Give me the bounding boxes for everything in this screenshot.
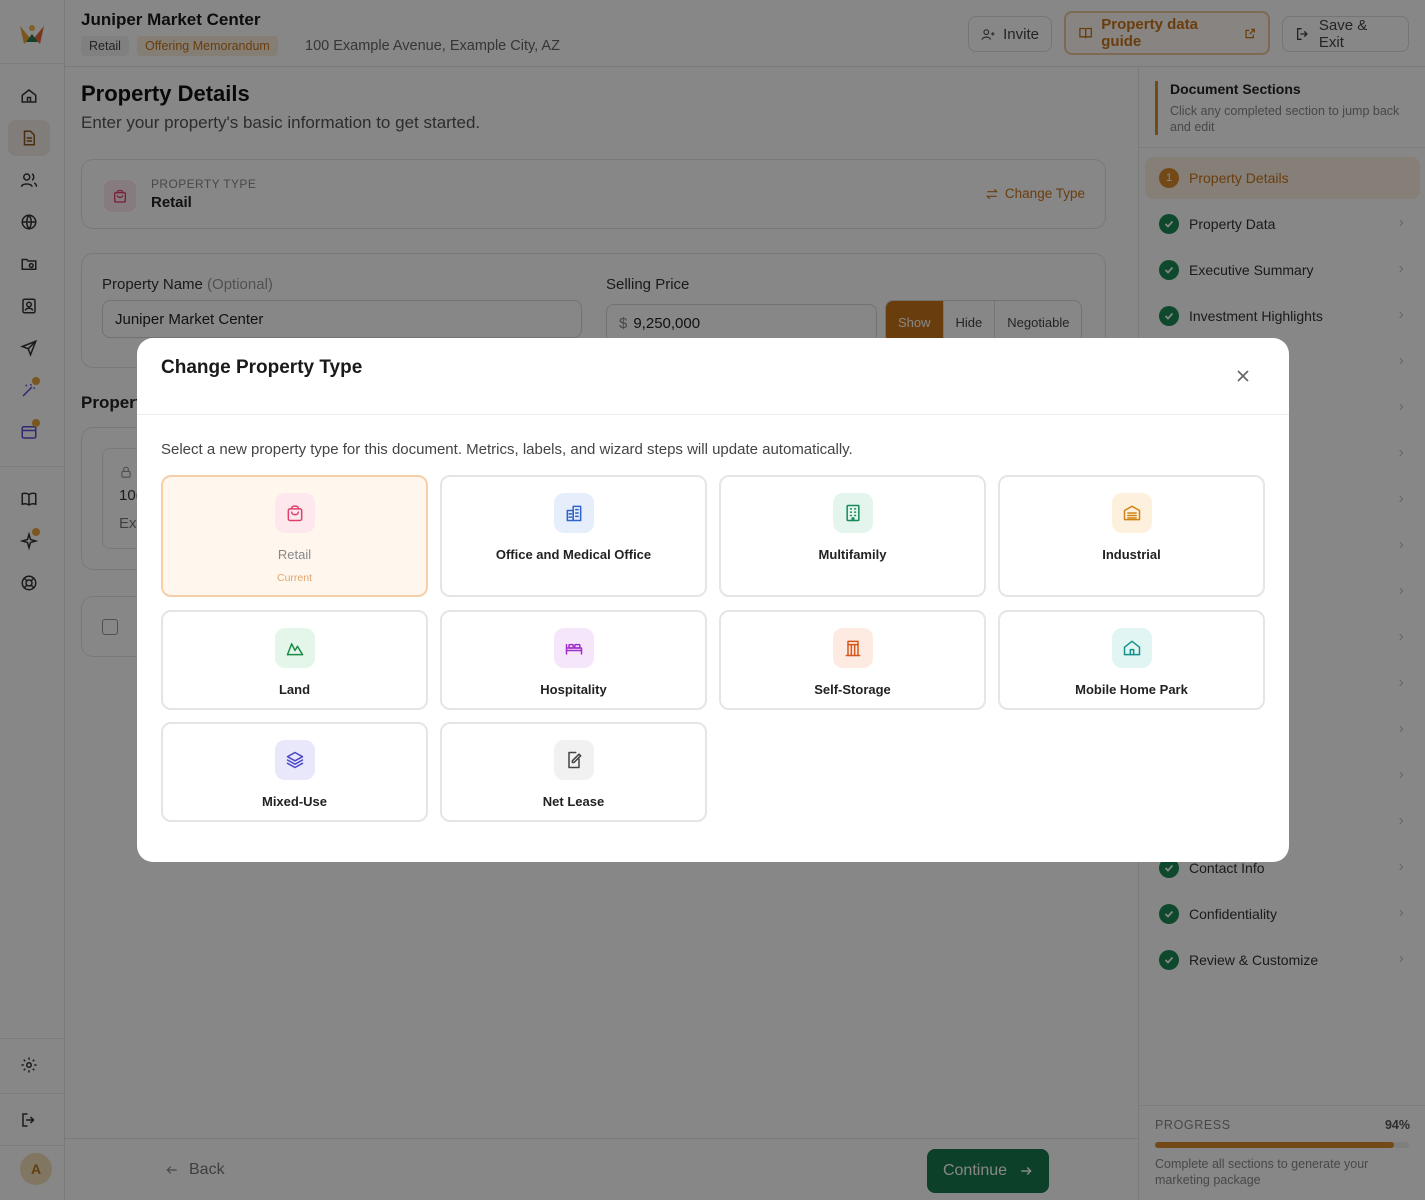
mountain-icon <box>274 628 315 668</box>
property-type-option[interactable]: Multifamily <box>719 475 986 597</box>
property-type-option[interactable]: Office and Medical Office <box>440 475 707 597</box>
property-type-option[interactable]: Hospitality <box>440 610 707 710</box>
property-type-label: Retail <box>277 547 312 562</box>
property-type-option[interactable]: Net Lease <box>440 722 707 822</box>
home-icon <box>1111 628 1152 668</box>
storage-door-icon <box>832 628 873 668</box>
change-property-type-dialog: Change Property Type Select a new proper… <box>137 338 1289 862</box>
property-type-option[interactable]: Mobile Home Park <box>998 610 1265 710</box>
property-type-option[interactable]: Retail Current <box>161 475 428 597</box>
property-type-label: Net Lease <box>542 794 605 809</box>
property-type-label: Multifamily <box>818 547 887 562</box>
close-icon[interactable] <box>1233 366 1253 386</box>
bed-icon <box>553 628 594 668</box>
property-type-label: Industrial <box>1102 547 1161 562</box>
property-type-option[interactable]: Self-Storage <box>719 610 986 710</box>
property-type-option[interactable]: Land <box>161 610 428 710</box>
property-type-option[interactable]: Mixed-Use <box>161 722 428 822</box>
warehouse-icon <box>1111 493 1152 533</box>
property-type-label: Self-Storage <box>814 682 891 697</box>
property-type-label: Mobile Home Park <box>1075 682 1188 697</box>
document-pen-icon <box>553 740 594 780</box>
dialog-description: Select a new property type for this docu… <box>161 441 853 458</box>
current-badge: Current <box>276 572 312 584</box>
dialog-title: Change Property Type <box>161 357 363 378</box>
property-type-label: Land <box>278 682 311 697</box>
property-type-label: Hospitality <box>540 682 607 697</box>
layers-icon <box>274 740 315 780</box>
apartment-building-icon <box>832 493 873 533</box>
property-type-label: Mixed-Use <box>261 794 328 809</box>
property-type-option[interactable]: Industrial <box>998 475 1265 597</box>
property-type-label: Office and Medical Office <box>495 547 652 562</box>
office-building-icon <box>553 493 594 533</box>
shopping-bag-icon <box>274 493 315 533</box>
